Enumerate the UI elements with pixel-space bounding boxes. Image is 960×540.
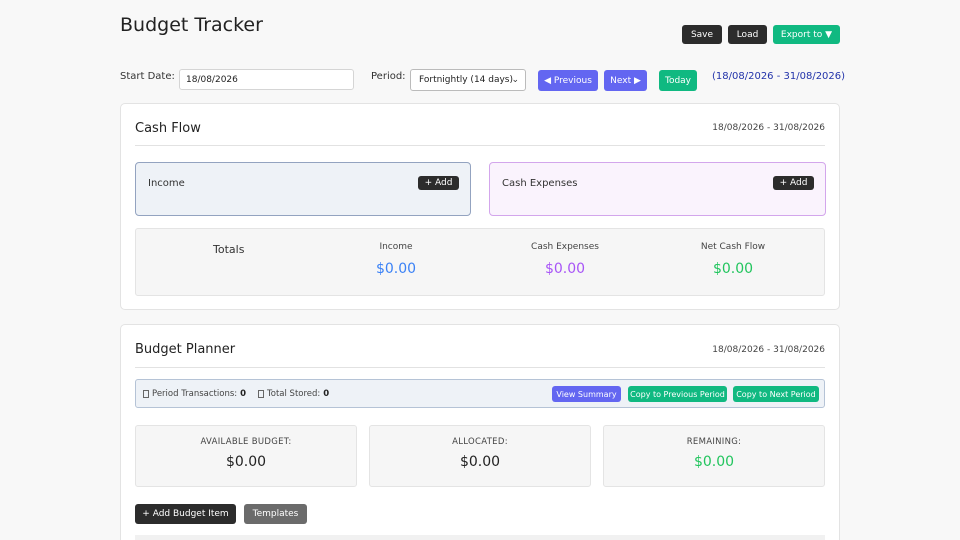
start-date-label: Start Date:	[120, 71, 175, 82]
remaining-box: REMAINING: $0.00	[603, 425, 825, 487]
total-stored-count: 0	[323, 389, 330, 399]
view-summary-button[interactable]: View Summary	[552, 386, 621, 402]
total-stored-info: Total Stored: 0	[258, 389, 329, 399]
period-transactions-count: 0	[240, 389, 247, 399]
budget-items-list-top	[135, 535, 825, 540]
cash-expenses-panel-label: Cash Expenses	[502, 178, 578, 189]
total-stored-label: Total Stored:	[267, 389, 321, 399]
cash-flow-totals: Totals Income $0.00 Cash Expenses $0.00 …	[135, 228, 825, 296]
period-label: Period:	[371, 71, 406, 82]
budget-planner-divider	[135, 367, 825, 368]
previous-period-button[interactable]: ◀ Previous	[538, 70, 598, 91]
allocated-label: ALLOCATED:	[452, 437, 508, 447]
start-date-input[interactable]: 18/08/2026	[179, 69, 354, 90]
income-total-value: $0.00	[375, 261, 417, 277]
budget-planner-title: Budget Planner	[135, 342, 236, 357]
cash-flow-date-range: 18/08/2026 - 31/08/2026	[712, 123, 825, 133]
budget-planner-card: Budget Planner 18/08/2026 - 31/08/2026 P…	[120, 324, 840, 540]
copy-to-next-period-button[interactable]: Copy to Next Period	[733, 386, 819, 402]
expenses-total-value: $0.00	[544, 261, 586, 277]
period-select-value: Fortnightly (14 days)	[419, 75, 514, 85]
storage-icon	[258, 390, 264, 398]
cash-flow-divider	[135, 145, 825, 146]
cash-flow-card: Cash Flow 18/08/2026 - 31/08/2026 Income…	[120, 103, 840, 310]
expenses-total-heading: Cash Expenses	[531, 242, 599, 252]
remaining-label: REMAINING:	[686, 437, 742, 447]
save-button[interactable]: Save	[682, 25, 722, 44]
available-budget-value: $0.00	[225, 454, 267, 470]
cash-flow-title: Cash Flow	[135, 121, 201, 136]
totals-label: Totals	[213, 243, 245, 256]
add-income-button[interactable]: + Add	[418, 176, 459, 190]
app-title: Budget Tracker	[120, 14, 263, 36]
export-dropdown-button[interactable]: Export to ▼	[773, 25, 840, 44]
today-button[interactable]: Today	[659, 70, 697, 91]
period-transactions-label: Period Transactions:	[152, 389, 238, 399]
period-range-text: (18/08/2026 - 31/08/2026)	[712, 71, 846, 82]
calendar-icon	[143, 390, 149, 398]
next-period-button[interactable]: Next ▶	[604, 70, 647, 91]
add-cash-expense-button[interactable]: + Add	[773, 176, 814, 190]
templates-button[interactable]: Templates	[244, 504, 307, 524]
income-total-heading: Income	[379, 242, 413, 252]
period-transactions-info: Period Transactions: 0	[143, 389, 246, 399]
transactions-info-bar: Period Transactions: 0 Total Stored: 0 V…	[135, 379, 825, 408]
load-button[interactable]: Load	[728, 25, 767, 44]
income-panel: Income + Add	[135, 162, 471, 216]
remaining-value: $0.00	[693, 454, 735, 470]
cash-expenses-panel: Cash Expenses + Add	[489, 162, 826, 216]
period-select[interactable]: Fortnightly (14 days) ⌄	[410, 69, 526, 91]
chevron-down-icon: ⌄	[511, 75, 519, 85]
budget-planner-date-range: 18/08/2026 - 31/08/2026	[712, 345, 825, 355]
net-cash-flow-value: $0.00	[712, 261, 754, 277]
net-cash-flow-heading: Net Cash Flow	[700, 242, 766, 252]
allocated-box: ALLOCATED: $0.00	[369, 425, 591, 487]
copy-to-previous-period-button[interactable]: Copy to Previous Period	[628, 386, 727, 402]
available-budget-label: AVAILABLE BUDGET:	[200, 437, 292, 447]
income-panel-label: Income	[148, 178, 185, 189]
available-budget-box: AVAILABLE BUDGET: $0.00	[135, 425, 357, 487]
add-budget-item-button[interactable]: + Add Budget Item	[135, 504, 236, 524]
allocated-value: $0.00	[459, 454, 501, 470]
